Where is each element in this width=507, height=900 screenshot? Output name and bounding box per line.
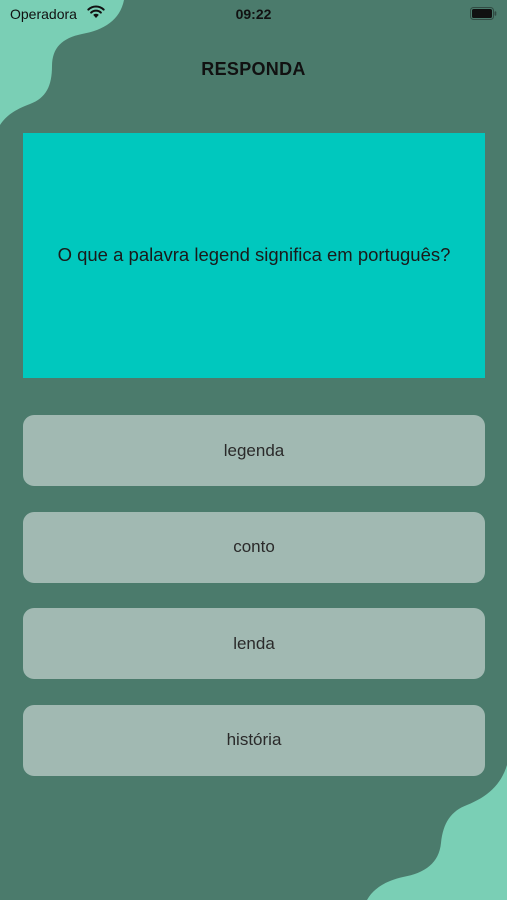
question-card: O que a palavra legend significa em port…: [23, 133, 485, 378]
status-time: 09:22: [235, 6, 272, 22]
answer-button-lenda[interactable]: lenda: [23, 608, 485, 679]
question-text: O que a palavra legend significa em port…: [57, 244, 451, 266]
answer-button-historia[interactable]: história: [23, 704, 485, 776]
battery-full-icon: [470, 7, 497, 20]
page-title: RESPONDA: [201, 59, 306, 79]
answer-options: legenda conto lenda história: [23, 415, 485, 801]
answer-button-legenda[interactable]: legenda: [23, 415, 485, 486]
answer-button-conto[interactable]: conto: [23, 511, 485, 583]
status-bar: Operadora 09:22: [0, 0, 507, 30]
